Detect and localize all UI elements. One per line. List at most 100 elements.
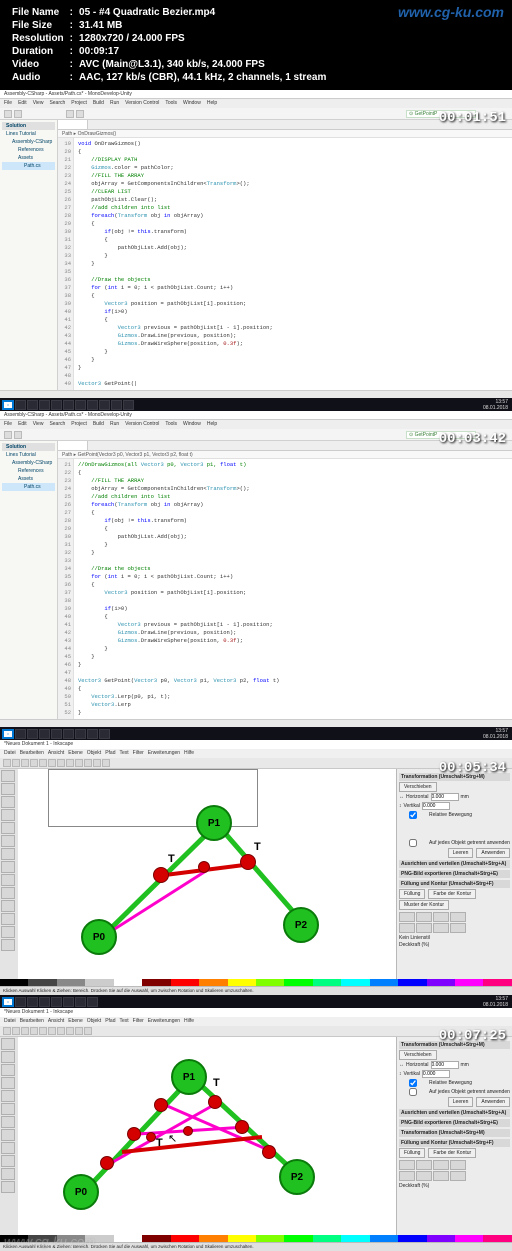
- clear-button[interactable]: Leeren: [448, 1097, 474, 1107]
- tree-assembly[interactable]: Assembly-CSharp: [2, 459, 55, 467]
- t-dot[interactable]: [262, 1145, 276, 1159]
- t-dot[interactable]: [208, 1095, 222, 1109]
- windows-taskbar-1[interactable]: 13:5708.01.2018: [0, 398, 512, 411]
- sect-fill[interactable]: Füllung und Kontur (Umschalt+Strg+F): [399, 880, 510, 888]
- gmenu-layer[interactable]: Ebene: [68, 1018, 82, 1025]
- fill-flat-icon[interactable]: [416, 912, 432, 922]
- toolbtn[interactable]: [84, 759, 92, 767]
- tab-stroke[interactable]: Farbe der Kontur: [428, 889, 476, 899]
- gmenu-help[interactable]: Hilfe: [184, 1018, 194, 1025]
- toolbar-nav-back[interactable]: [66, 110, 74, 118]
- gmenu-text[interactable]: Text: [120, 1018, 129, 1025]
- toolbtn[interactable]: [30, 759, 38, 767]
- taskbar-app-icon[interactable]: [39, 997, 50, 1007]
- taskbar-clock[interactable]: 13:5708.01.2018: [483, 996, 508, 1008]
- menu-build[interactable]: Build: [93, 100, 104, 107]
- sect-fill[interactable]: Füllung und Kontur (Umschalt+Strg+F): [399, 1139, 510, 1147]
- taskbar-app-icon[interactable]: [87, 997, 98, 1007]
- tab-strokew[interactable]: Muster der Kontur: [399, 900, 449, 910]
- fill-unset-icon[interactable]: [450, 923, 466, 933]
- tree-assets[interactable]: Assets: [2, 154, 55, 162]
- horizontal-input[interactable]: [431, 793, 459, 801]
- toolbtn[interactable]: [39, 1027, 47, 1035]
- node-p2[interactable]: P2: [279, 1159, 315, 1195]
- tool-star-icon[interactable]: [1, 1090, 15, 1102]
- gmenu-text[interactable]: Text: [120, 750, 129, 757]
- ide-menubar[interactable]: File Edit View Search Project Build Run …: [0, 99, 512, 108]
- toolbtn[interactable]: [75, 1027, 83, 1035]
- apply-button[interactable]: Anwenden: [476, 1097, 510, 1107]
- menu-help[interactable]: Help: [207, 100, 217, 107]
- breadcrumb[interactable]: Path ▸ OnDrawGizmos(): [58, 130, 512, 138]
- apply-each-checkbox[interactable]: [399, 1088, 427, 1096]
- taskbar-app-icon[interactable]: [87, 400, 98, 410]
- taskbar-app-icon[interactable]: [27, 997, 38, 1007]
- gmenu-file[interactable]: Datei: [4, 750, 16, 757]
- tool-gradient-icon[interactable]: [1, 1155, 15, 1167]
- t-point-2[interactable]: [240, 854, 256, 870]
- tab-path[interactable]: Path.cs: [58, 441, 88, 450]
- t-dot[interactable]: [127, 1127, 141, 1141]
- taskbar-app-icon[interactable]: [27, 729, 38, 739]
- taskbar-search-icon[interactable]: [15, 400, 26, 410]
- tab-fill[interactable]: Füllung: [399, 889, 425, 899]
- menu-edit[interactable]: Edit: [18, 100, 27, 107]
- menu-help[interactable]: Help: [207, 421, 217, 428]
- menu-file[interactable]: File: [4, 421, 12, 428]
- menu-run[interactable]: Run: [110, 100, 119, 107]
- tool-connector-icon[interactable]: [1, 939, 15, 951]
- tree-file-path[interactable]: Path.cs: [2, 483, 55, 491]
- windows-taskbar-2[interactable]: 13:5708.01.2018: [0, 727, 512, 740]
- sect-align[interactable]: Ausrichten und verteilen (Umschalt+Strg+…: [399, 1109, 510, 1117]
- menu-edit[interactable]: Edit: [18, 421, 27, 428]
- menu-search[interactable]: Search: [49, 421, 65, 428]
- vertical-input[interactable]: [422, 802, 450, 810]
- node-p0[interactable]: P0: [81, 919, 117, 955]
- toolbtn[interactable]: [21, 759, 29, 767]
- result-dot[interactable]: [146, 1132, 156, 1142]
- tool-pencil-icon[interactable]: [1, 848, 15, 860]
- gmenu-file[interactable]: Datei: [4, 1018, 16, 1025]
- fill-flat-icon[interactable]: [416, 1160, 432, 1170]
- apply-each-checkbox[interactable]: [399, 839, 427, 847]
- canvas[interactable]: P0 P1 P2 T T ↖: [18, 1037, 396, 1235]
- toolbtn[interactable]: [57, 759, 65, 767]
- taskbar-app-icon[interactable]: [63, 729, 74, 739]
- tab-fill[interactable]: Füllung: [399, 1148, 425, 1158]
- windows-taskbar-3[interactable]: 13:5708.01.2018: [0, 995, 512, 1008]
- fill-rgrad-icon[interactable]: [450, 912, 466, 922]
- taskbar-app-icon[interactable]: [63, 997, 74, 1007]
- fill-swatch-icon[interactable]: [416, 923, 432, 933]
- fill-pattern-icon[interactable]: [399, 923, 415, 933]
- fill-unknown-icon[interactable]: [433, 923, 449, 933]
- gmenu-view[interactable]: Ansicht: [48, 750, 64, 757]
- solution-explorer[interactable]: Solution Lines Tutorial Assembly-CSharp …: [0, 441, 58, 719]
- menu-window[interactable]: Window: [183, 421, 201, 428]
- tree-refs[interactable]: References: [2, 467, 55, 475]
- taskbar-app-icon[interactable]: [123, 400, 134, 410]
- t-dot[interactable]: [154, 1098, 168, 1112]
- menu-window[interactable]: Window: [183, 100, 201, 107]
- fill-lgrad-icon[interactable]: [433, 1160, 449, 1170]
- taskbar-app-icon[interactable]: [27, 400, 38, 410]
- tool-bucket-icon[interactable]: [1, 926, 15, 938]
- taskbar-clock[interactable]: 13:5708.01.2018: [483, 728, 508, 740]
- menu-tools[interactable]: Tools: [165, 100, 177, 107]
- taskbar-clock[interactable]: 13:5708.01.2018: [483, 399, 508, 411]
- node-p2[interactable]: P2: [283, 907, 319, 943]
- vertical-input[interactable]: [422, 1070, 450, 1078]
- fill-lgrad-icon[interactable]: [433, 912, 449, 922]
- menu-vcs[interactable]: Version Control: [125, 100, 159, 107]
- tab-stroke[interactable]: Farbe der Kontur: [428, 1148, 476, 1158]
- tool-rect-icon[interactable]: [1, 1064, 15, 1076]
- tool-gradient-icon[interactable]: [1, 900, 15, 912]
- tool-calligraphy-icon[interactable]: [1, 874, 15, 886]
- gmenu-ext[interactable]: Erweiterungen: [148, 1018, 180, 1025]
- node-p0[interactable]: P0: [63, 1174, 99, 1210]
- gmenu-layer[interactable]: Ebene: [68, 750, 82, 757]
- menu-vcs[interactable]: Version Control: [125, 421, 159, 428]
- menu-view[interactable]: View: [33, 100, 44, 107]
- tool-dropper-icon[interactable]: [1, 1168, 15, 1180]
- gmenu-filter[interactable]: Filter: [133, 750, 144, 757]
- color-palette[interactable]: [0, 979, 512, 986]
